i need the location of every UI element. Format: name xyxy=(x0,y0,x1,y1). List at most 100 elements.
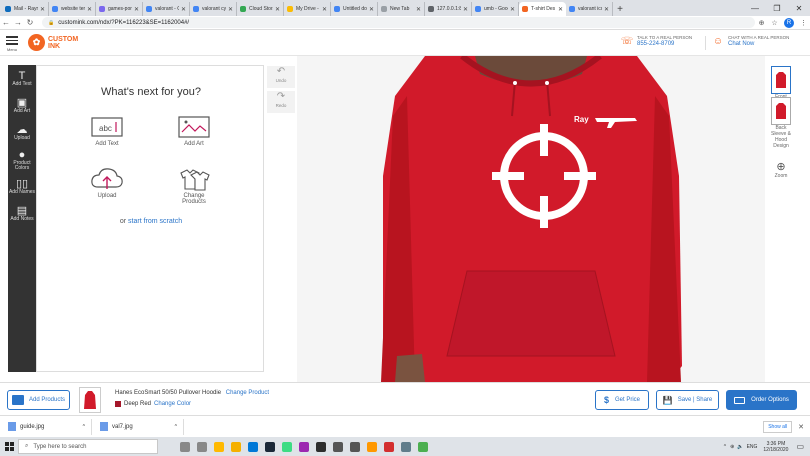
tool-add-text[interactable]: T Add Text xyxy=(8,65,36,92)
taskbar-app-icon[interactable] xyxy=(346,438,363,455)
tab-close-icon[interactable]: ✕ xyxy=(134,6,139,13)
maximize-button[interactable]: ❐ xyxy=(766,0,788,16)
tab-close-icon[interactable]: ✕ xyxy=(87,6,92,13)
clock-time[interactable]: 3:36 PM xyxy=(763,441,788,447)
taskbar-search-input[interactable]: ⌕ Type here to search xyxy=(18,439,158,454)
save-share-button[interactable]: 💾 Save | Share xyxy=(656,390,719,410)
site-settings-icon[interactable]: ⊕ xyxy=(755,19,768,27)
design-canvas[interactable]: Ray xyxy=(297,56,765,382)
browser-tab[interactable]: valorant - G ✕ xyxy=(143,2,190,16)
menu-button[interactable]: Menu xyxy=(5,34,19,52)
taskbar-app-icon[interactable] xyxy=(329,438,346,455)
tab-close-icon[interactable]: ✕ xyxy=(558,6,563,13)
option-add-art[interactable]: Add Art xyxy=(164,116,224,147)
profile-avatar[interactable]: R xyxy=(784,17,794,28)
option-add-text[interactable]: abc Add Text xyxy=(77,116,137,147)
tab-close-icon[interactable]: ✕ xyxy=(604,6,609,13)
tool-add-names[interactable]: ▯▯ Add Names xyxy=(8,173,36,200)
back-arrow-icon[interactable]: ← xyxy=(0,18,12,27)
tab-close-icon[interactable]: ✕ xyxy=(40,6,45,13)
tab-close-icon[interactable]: ✕ xyxy=(322,6,327,13)
taskbar-app-icon[interactable] xyxy=(295,438,312,455)
browser-tab[interactable]: umb - Goog ✕ xyxy=(472,2,519,16)
option-upload[interactable]: Upload xyxy=(77,168,137,199)
tab-close-icon[interactable]: ✕ xyxy=(275,6,280,13)
close-window-button[interactable]: ✕ xyxy=(788,0,810,16)
windows-start-icon[interactable] xyxy=(0,437,18,456)
custom-ink-logo[interactable]: ✿ CUSTOM INK xyxy=(28,34,78,51)
phone-number[interactable]: 855-224-8709 xyxy=(637,41,692,47)
browser-tab[interactable]: valorant cyc✕ xyxy=(190,2,237,16)
browser-tab[interactable]: Cloud Stora ✕ xyxy=(237,2,284,16)
tool-product-colors[interactable]: ● Product Colors xyxy=(8,146,36,173)
minimize-button[interactable]: — xyxy=(744,0,766,16)
option-change-products[interactable]: Change Products xyxy=(164,168,224,205)
chevron-up-icon[interactable]: ^ xyxy=(175,424,177,430)
browser-tab[interactable]: Untitled do ✕ xyxy=(331,2,378,16)
start-from-scratch-link[interactable]: start from scratch xyxy=(128,218,182,225)
notifications-icon[interactable]: ▭ xyxy=(796,442,804,451)
tab-close-icon[interactable]: ✕ xyxy=(181,6,186,13)
view-back[interactable]: Back xyxy=(768,97,794,131)
browser-tab[interactable]: website tem✕ xyxy=(49,2,96,16)
browser-tab[interactable]: 127.0.0.1:80✕ xyxy=(425,2,472,16)
network-icon[interactable]: ⊕ xyxy=(730,444,734,450)
browser-tab[interactable]: games-port ✕ xyxy=(96,2,143,16)
download-item[interactable]: guide.jpg ^ xyxy=(0,418,92,435)
clock-date[interactable]: 12/18/2020 xyxy=(763,447,788,453)
bookmark-star-icon[interactable]: ☆ xyxy=(768,19,781,27)
taskbar-app-icon[interactable] xyxy=(380,438,397,455)
tray-chevron-icon[interactable]: ^ xyxy=(724,444,726,450)
tool-add-notes[interactable]: ▤ Add Notes xyxy=(8,200,36,227)
tab-close-icon[interactable]: ✕ xyxy=(416,6,421,13)
chat-now-link[interactable]: Chat Now xyxy=(728,41,789,47)
reload-icon[interactable]: ↻ xyxy=(24,18,36,27)
tool-upload[interactable]: ☁ Upload xyxy=(8,119,36,146)
tab-close-icon[interactable]: ✕ xyxy=(369,6,374,13)
taskbar-app-icon[interactable] xyxy=(176,438,193,455)
taskbar-app-icon[interactable] xyxy=(261,438,278,455)
taskbar-app-icon[interactable] xyxy=(210,438,227,455)
taskbar-app-icon[interactable] xyxy=(193,438,210,455)
taskbar-app-icon[interactable] xyxy=(397,438,414,455)
taskbar-app-icon[interactable] xyxy=(227,438,244,455)
download-item[interactable]: val7.jpg ^ xyxy=(92,418,184,435)
taskbar-app-icon[interactable] xyxy=(278,438,295,455)
taskbar-app-icon[interactable] xyxy=(312,438,329,455)
change-product-link[interactable]: Change Product xyxy=(226,390,269,396)
add-products-button[interactable]: Add Products xyxy=(7,390,70,410)
talk-to-person[interactable]: ☏ TALK TO A REAL PERSON 855-224-8709 xyxy=(620,34,692,48)
new-tab-button[interactable]: + xyxy=(613,2,627,16)
browser-tab[interactable]: valorant ico ✕ xyxy=(566,2,613,16)
product-bar: Add Products Hanes EcoSmart 50/50 Pullov… xyxy=(0,382,810,415)
view-front[interactable]: Front xyxy=(768,66,794,100)
language-indicator[interactable]: ENG xyxy=(747,444,758,450)
browser-tab[interactable]: Mail - Rayn ✕ xyxy=(2,2,49,16)
close-downloads-icon[interactable]: ✕ xyxy=(798,423,804,431)
show-all-button[interactable]: Show all xyxy=(763,420,793,433)
taskbar-app-icon[interactable] xyxy=(414,438,431,455)
tool-add-art[interactable]: ▣ Add Art xyxy=(8,92,36,119)
tab-close-icon[interactable]: ✕ xyxy=(228,6,233,13)
browser-tab[interactable]: T-shirt Des ✕ xyxy=(519,2,566,16)
url-field[interactable]: 🔒 customink.com/ndx/?PK=116223&SE=116200… xyxy=(42,17,755,28)
chat-with-person[interactable]: ☺ CHAT WITH A REAL PERSON Chat Now xyxy=(711,34,790,48)
tab-close-icon[interactable]: ✕ xyxy=(510,6,515,13)
browser-tab[interactable]: My Drive - G✕ xyxy=(284,2,331,16)
product-thumbnail[interactable] xyxy=(79,387,101,413)
zoom-button[interactable]: ⊕ Zoom xyxy=(768,160,794,179)
browser-menu-icon[interactable]: ⋮ xyxy=(797,19,810,27)
get-price-button[interactable]: $ Get Price xyxy=(595,390,649,410)
order-options-button[interactable]: Order Options xyxy=(726,390,797,410)
chevron-up-icon[interactable]: ^ xyxy=(83,424,85,430)
browser-tab[interactable]: New Tab ✕ xyxy=(378,2,425,16)
undo-button[interactable]: ↶ Undo xyxy=(267,66,295,88)
redo-button[interactable]: ↷ Redo xyxy=(267,91,295,113)
forward-arrow-icon[interactable]: → xyxy=(12,18,24,27)
change-color-link[interactable]: Change Color xyxy=(154,401,191,407)
taskbar-app-icon[interactable] xyxy=(363,438,380,455)
view-sleeve-hood[interactable]: Sleeve & Hood Design xyxy=(768,131,794,149)
volume-icon[interactable]: 🔈 xyxy=(737,444,743,450)
tab-close-icon[interactable]: ✕ xyxy=(463,6,468,13)
taskbar-app-icon[interactable] xyxy=(244,438,261,455)
